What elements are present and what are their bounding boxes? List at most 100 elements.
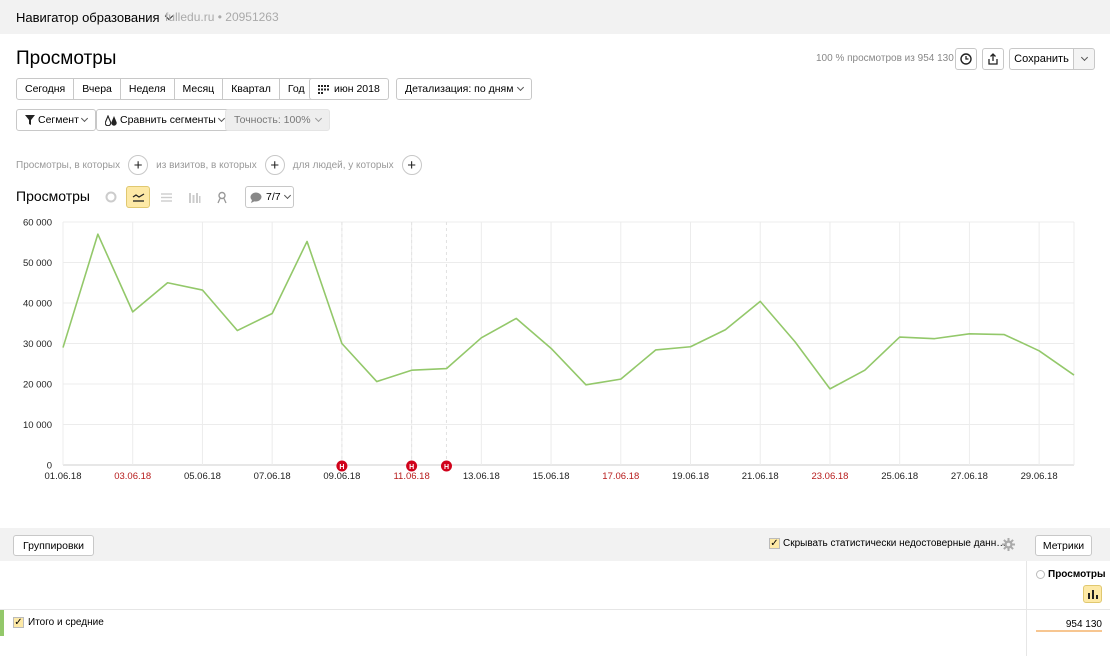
save-button[interactable]: Сохранить xyxy=(1009,48,1073,70)
bar-chart-icon xyxy=(188,192,200,203)
x-tick-label: 07.06.18 xyxy=(254,471,291,482)
chevron-down-icon xyxy=(283,191,291,200)
pageviews-column-header[interactable]: Просмотры xyxy=(1036,569,1106,580)
line-chart-view-button[interactable] xyxy=(126,186,150,208)
pie-chart-icon xyxy=(105,191,117,203)
export-icon xyxy=(988,53,998,65)
plus-icon: + xyxy=(407,156,417,174)
x-tick-label: 17.06.18 xyxy=(602,471,639,482)
y-tick-label: 30 000 xyxy=(23,339,52,350)
bar-chart-view-button[interactable] xyxy=(182,186,206,208)
totals-value: 954 130 xyxy=(1065,619,1102,630)
hide-unreliable-label: Скрывать статистически недостоверные дан… xyxy=(783,538,1007,549)
bar-chart-icon xyxy=(1087,589,1098,599)
app-title: Навигатор образования xyxy=(16,10,160,25)
y-tick-label: 60 000 xyxy=(23,218,52,229)
area-chart-view-button[interactable] xyxy=(154,186,178,208)
top-bar: Навигатор образования fulledu.ru • 20951… xyxy=(0,0,1110,34)
pie-chart-view-button[interactable] xyxy=(99,186,123,208)
hide-unreliable-checkbox[interactable]: ✓ Скрывать статистически недостоверные д… xyxy=(769,538,1006,549)
x-tick-label: 13.06.18 xyxy=(463,471,500,482)
line-chart-icon xyxy=(132,192,144,202)
plus-icon: + xyxy=(133,156,143,174)
comment-icon xyxy=(250,192,262,203)
pageviews-line-chart: 0 10 000 20 000 30 000 40 000 50 000 60 000 01… xyxy=(23,218,1075,482)
site-info: fulledu.ru • 20951263 xyxy=(165,10,279,24)
chevron-down-icon xyxy=(80,114,88,123)
chevron-down-icon xyxy=(314,114,322,123)
chevron-down-icon xyxy=(1080,53,1088,62)
compare-segments-label: Сравнить сегменты xyxy=(120,114,216,126)
x-tick-label: 29.06.18 xyxy=(1021,471,1058,482)
add-visit-condition-button[interactable]: + xyxy=(264,155,285,175)
y-tick-label: 40 000 xyxy=(23,299,52,310)
totals-row[interactable]: ✓ Итого и средние xyxy=(13,617,104,628)
row-color-marker xyxy=(0,610,4,636)
period-month-button[interactable]: Месяц xyxy=(174,78,224,100)
segment-builder: Просмотры, в которых + из визитов, в кот… xyxy=(16,155,430,175)
x-tick-label: 23.06.18 xyxy=(811,471,848,482)
totals-label: Итого и средние xyxy=(28,617,104,628)
app-selector[interactable]: Навигатор образования xyxy=(16,10,173,25)
period-week-button[interactable]: Неделя xyxy=(120,78,175,100)
y-tick-label: 0 xyxy=(47,461,52,472)
export-button[interactable] xyxy=(982,48,1004,70)
period-selector: Сегодня Вчера Неделя Месяц Квартал Год xyxy=(16,78,314,100)
site-domain: fulledu.ru xyxy=(165,10,215,24)
filter-icon xyxy=(25,115,35,125)
x-tick-label: 19.06.18 xyxy=(672,471,709,482)
notes-button[interactable]: 7/7 xyxy=(245,186,294,208)
notes-count: 7/7 xyxy=(266,191,281,203)
map-view-button[interactable] xyxy=(210,186,234,208)
gear-icon[interactable] xyxy=(1002,538,1015,551)
y-tick-label: 20 000 xyxy=(23,380,52,391)
detail-dropdown[interactable]: Детализация: по дням xyxy=(396,78,533,100)
note-marker-label: Н xyxy=(409,464,414,471)
history-button[interactable] xyxy=(955,48,977,70)
date-range-label: июн 2018 xyxy=(334,83,380,95)
metrics-button[interactable]: Метрики xyxy=(1035,535,1092,556)
segment-button[interactable]: Сегмент xyxy=(16,109,96,131)
accuracy-label: Точность: 100% xyxy=(234,114,311,126)
period-yesterday-button[interactable]: Вчера xyxy=(74,78,121,100)
detail-label: Детализация: по дням xyxy=(405,83,514,95)
y-tick-label: 50 000 xyxy=(23,258,52,269)
checkbox-icon: ✓ xyxy=(769,537,780,549)
x-tick-label: 03.06.18 xyxy=(114,471,151,482)
x-tick-label: 27.06.18 xyxy=(951,471,988,482)
checkbox-icon: ✓ xyxy=(13,616,24,628)
area-chart-icon xyxy=(160,192,172,202)
x-tick-label: 21.06.18 xyxy=(742,471,779,482)
x-tick-label: 11.06.18 xyxy=(393,471,429,482)
y-tick-label: 10 000 xyxy=(23,420,52,431)
series-line xyxy=(62,233,1075,390)
accuracy-dropdown[interactable]: Точность: 100% xyxy=(225,109,330,131)
plus-icon: + xyxy=(270,156,280,174)
x-tick-label: 15.06.18 xyxy=(533,471,570,482)
pageviews-column-label: Просмотры xyxy=(1048,569,1106,580)
x-tick-label: 05.06.18 xyxy=(184,471,221,482)
chevron-down-icon xyxy=(517,83,525,92)
info-icon xyxy=(1036,570,1045,579)
calendar-icon xyxy=(318,84,329,94)
note-marker-label: Н xyxy=(444,464,449,471)
date-range-button[interactable]: июн 2018 xyxy=(309,78,389,100)
save-dropdown-button[interactable] xyxy=(1073,48,1095,70)
chevron-down-icon xyxy=(217,114,225,123)
period-today-button[interactable]: Сегодня xyxy=(16,78,75,100)
add-pageview-condition-button[interactable]: + xyxy=(128,155,149,175)
add-people-condition-button[interactable]: + xyxy=(401,155,422,175)
period-quarter-button[interactable]: Квартал xyxy=(223,78,280,100)
compare-segments-icon xyxy=(105,114,117,126)
clock-icon xyxy=(960,53,972,65)
chart-title: Просмотры xyxy=(16,188,90,204)
compare-segments-button[interactable]: Сравнить сегменты xyxy=(96,109,233,131)
row-divider xyxy=(0,609,1110,610)
separator: • xyxy=(217,10,222,24)
map-icon xyxy=(217,191,227,203)
groupings-button[interactable]: Группировки xyxy=(13,535,95,556)
x-tick-label: 25.06.18 xyxy=(881,471,918,482)
x-tick-label: 01.06.18 xyxy=(45,471,82,482)
visits-condition-label: из визитов, в которых xyxy=(156,159,257,171)
column-chart-toggle[interactable] xyxy=(1083,585,1102,603)
